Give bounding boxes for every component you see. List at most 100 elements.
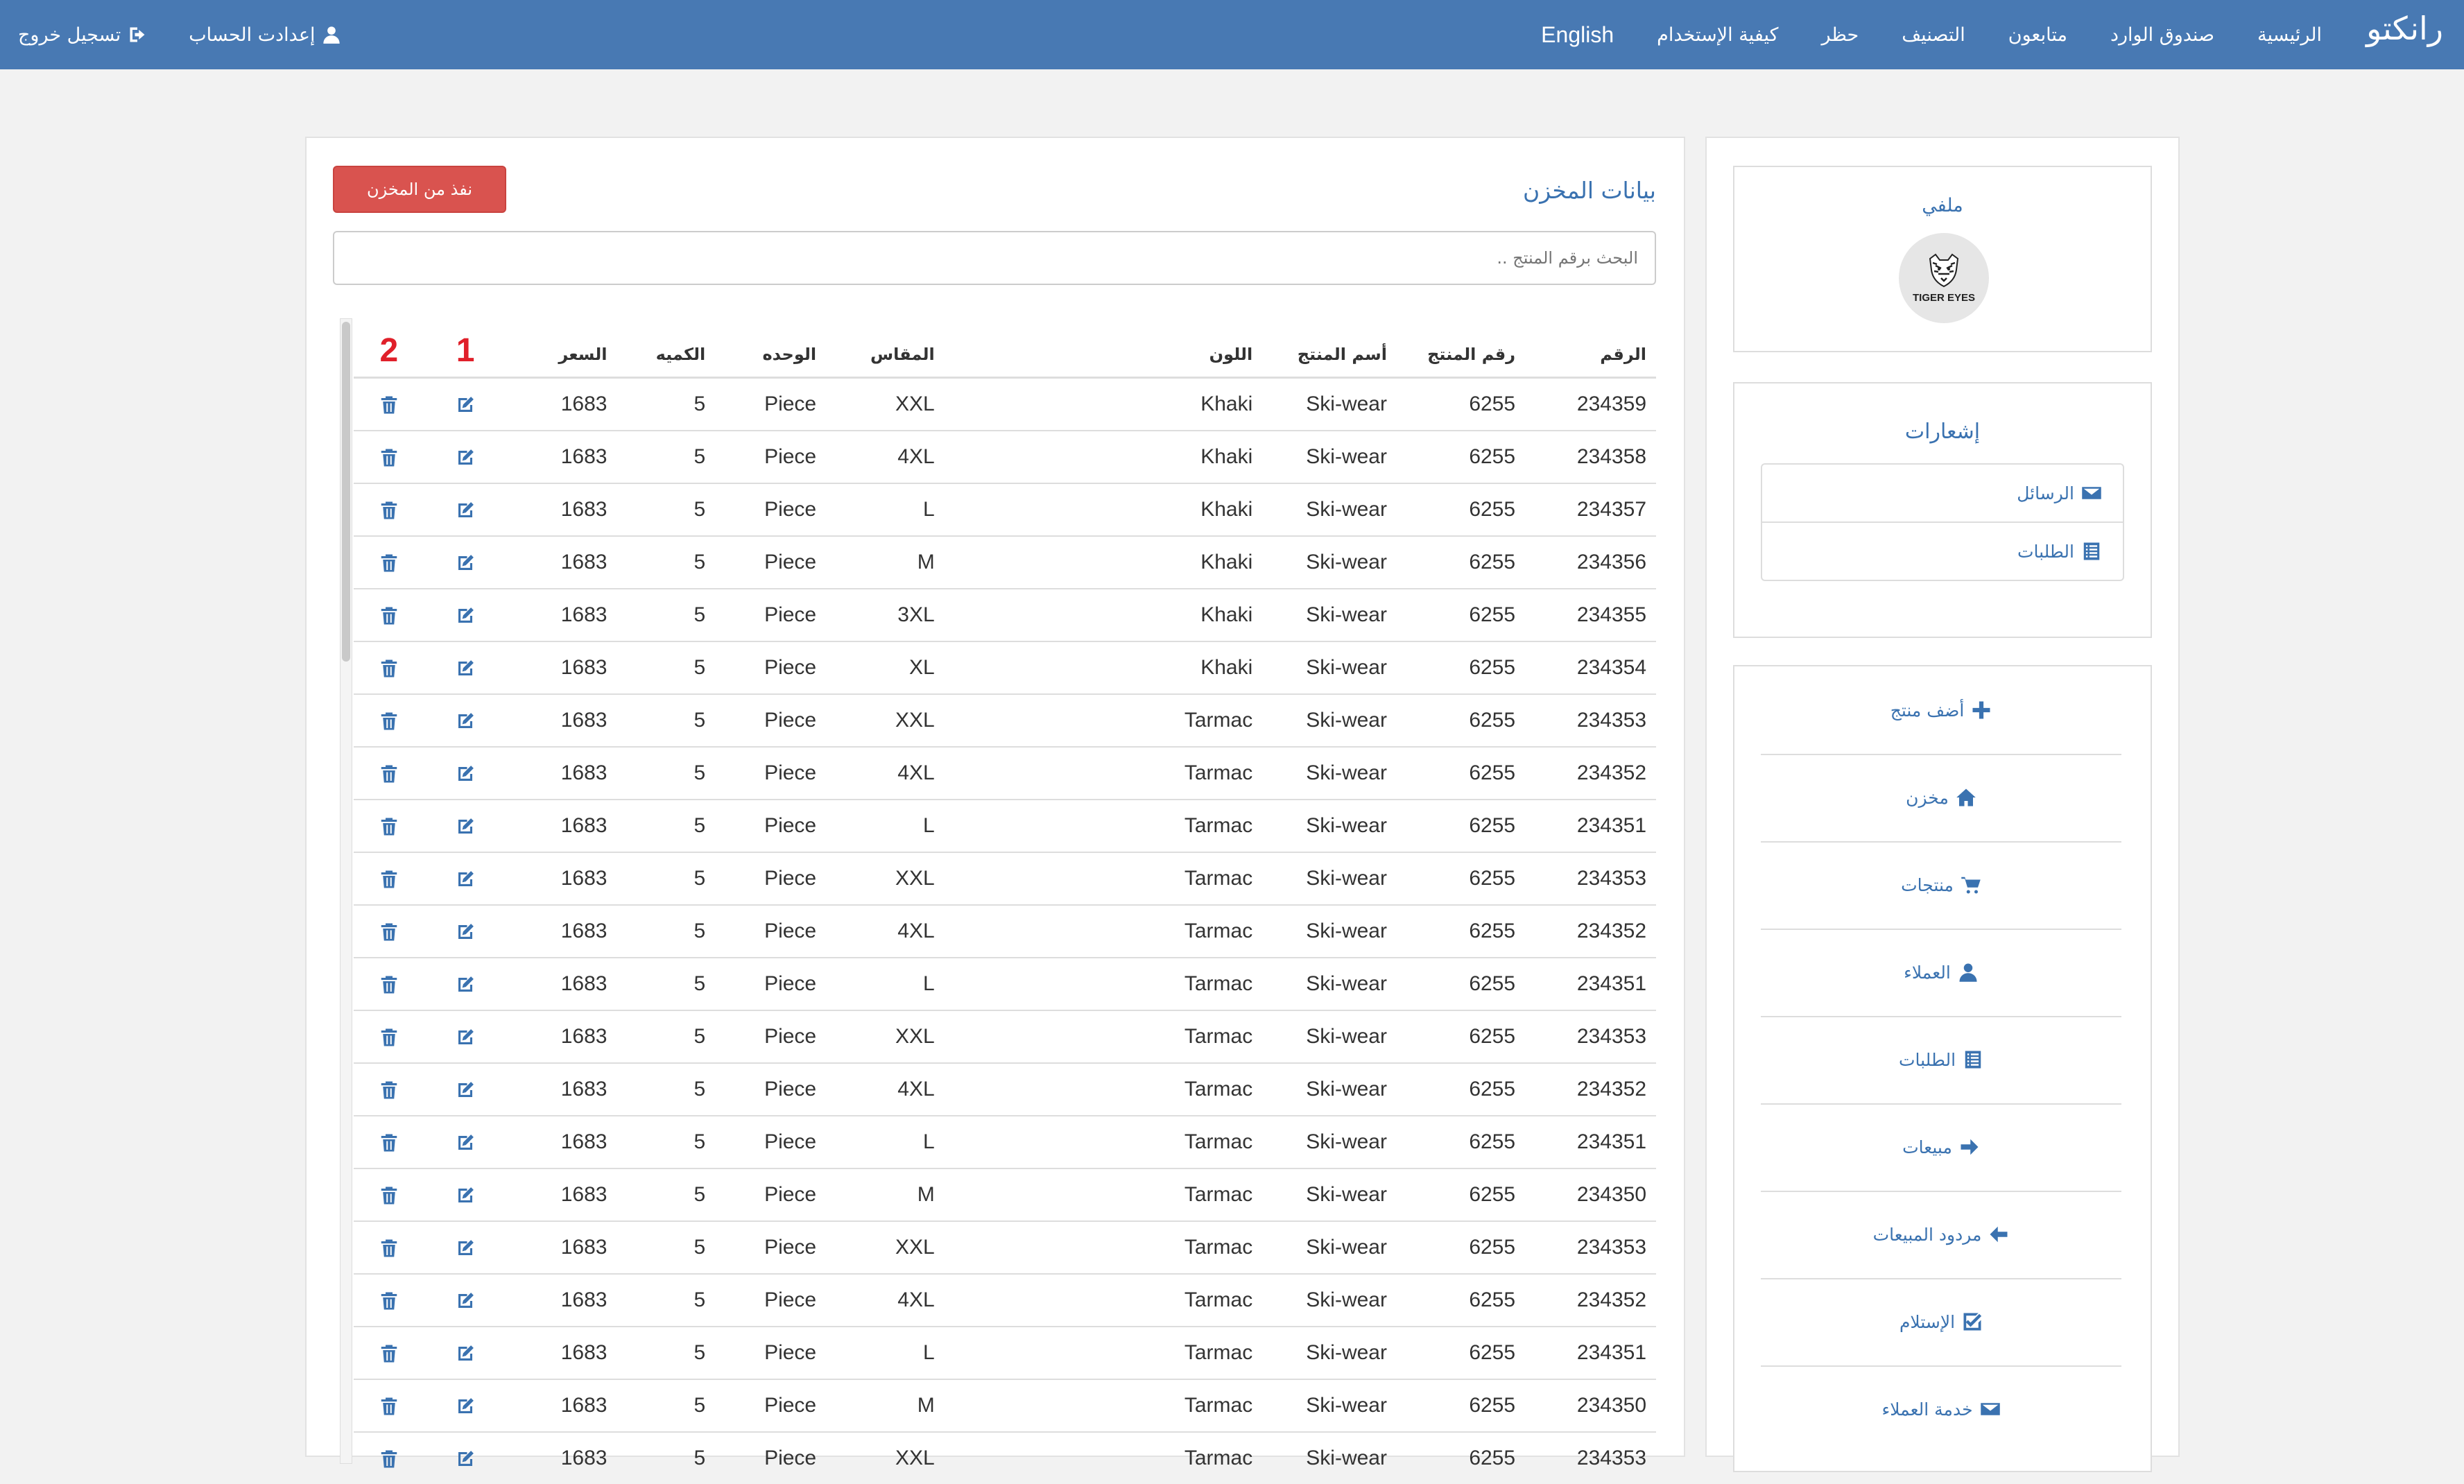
menu-customer-service[interactable]: خدمة العملاء bbox=[1761, 1365, 2121, 1453]
account-settings-link[interactable]: إعدادت الحساب bbox=[189, 24, 341, 46]
delete-button[interactable] bbox=[354, 1432, 424, 1484]
delete-button[interactable] bbox=[354, 1063, 424, 1116]
cell-color: Tarmac bbox=[945, 1010, 1263, 1063]
delete-button[interactable] bbox=[354, 431, 424, 483]
cell-id: 234350 bbox=[1525, 1379, 1656, 1432]
table-row: 2343536255Ski-wearTarmacXXLPiece51683 bbox=[354, 1010, 1656, 1063]
cell-size: XL bbox=[826, 641, 945, 694]
delete-button[interactable] bbox=[354, 747, 424, 800]
delete-button[interactable] bbox=[354, 852, 424, 905]
trash-icon bbox=[379, 816, 399, 837]
logout-link[interactable]: تسجيل خروج bbox=[18, 24, 147, 46]
menu-customers[interactable]: العملاء bbox=[1761, 929, 2121, 1017]
table-row: 2343506255Ski-wearTarmacMPiece51683 bbox=[354, 1168, 1656, 1221]
delete-button[interactable] bbox=[354, 1274, 424, 1327]
edit-button[interactable] bbox=[424, 958, 507, 1010]
cell-quantity: 5 bbox=[617, 1327, 715, 1379]
tiger-logo-icon bbox=[1923, 253, 1965, 289]
cell-id: 234353 bbox=[1525, 1010, 1656, 1063]
menu-sales-returns[interactable]: مردود المبيعات bbox=[1761, 1191, 2121, 1279]
edit-button[interactable] bbox=[424, 431, 507, 483]
delete-button[interactable] bbox=[354, 483, 424, 536]
edit-button[interactable] bbox=[424, 1432, 507, 1484]
edit-button[interactable] bbox=[424, 378, 507, 431]
edit-icon bbox=[455, 1343, 476, 1364]
table-scrollbar[interactable] bbox=[340, 318, 352, 1464]
cell-price: 1683 bbox=[507, 431, 617, 483]
delete-button[interactable] bbox=[354, 1327, 424, 1379]
edit-button[interactable] bbox=[424, 483, 507, 536]
cell-product-number: 6255 bbox=[1397, 483, 1525, 536]
cell-color: Tarmac bbox=[945, 1432, 1263, 1484]
delete-button[interactable] bbox=[354, 694, 424, 747]
notification-orders[interactable]: الطلبات bbox=[1762, 521, 2123, 580]
edit-button[interactable] bbox=[424, 1327, 507, 1379]
edit-button[interactable] bbox=[424, 1274, 507, 1327]
edit-button[interactable] bbox=[424, 800, 507, 852]
edit-button[interactable] bbox=[424, 641, 507, 694]
edit-button[interactable] bbox=[424, 747, 507, 800]
trash-icon bbox=[379, 553, 399, 573]
nav-block[interactable]: حظر bbox=[1821, 24, 1859, 46]
cell-price: 1683 bbox=[507, 958, 617, 1010]
nav-ranking[interactable]: التصنيف bbox=[1902, 24, 1965, 46]
nav-home[interactable]: الرئيسية bbox=[2257, 24, 2322, 46]
cell-product-name: Ski-wear bbox=[1262, 641, 1397, 694]
cell-price: 1683 bbox=[507, 641, 617, 694]
brand-logo[interactable]: رانكتو bbox=[2366, 10, 2443, 47]
inventory-panel: بيانات المخزن نفذ من المخزن الرقم رقم ال… bbox=[305, 137, 1685, 1457]
cell-quantity: 5 bbox=[617, 747, 715, 800]
edit-button[interactable] bbox=[424, 1379, 507, 1432]
delete-button[interactable] bbox=[354, 536, 424, 589]
delete-button[interactable] bbox=[354, 1379, 424, 1432]
edit-button[interactable] bbox=[424, 852, 507, 905]
edit-button[interactable] bbox=[424, 1168, 507, 1221]
scrollbar-thumb[interactable] bbox=[342, 322, 350, 662]
edit-button[interactable] bbox=[424, 905, 507, 958]
edit-button[interactable] bbox=[424, 1221, 507, 1274]
edit-button[interactable] bbox=[424, 1116, 507, 1168]
delete-button[interactable] bbox=[354, 641, 424, 694]
menu-products[interactable]: منتجات bbox=[1761, 841, 2121, 930]
delete-button[interactable] bbox=[354, 905, 424, 958]
language-switch[interactable]: English bbox=[1541, 22, 1614, 48]
nav-how-to-use[interactable]: كيفية الإستخدام bbox=[1657, 24, 1778, 46]
menu-receiving[interactable]: الإستلام bbox=[1761, 1278, 2121, 1367]
delete-button[interactable] bbox=[354, 589, 424, 641]
out-of-stock-button[interactable]: نفذ من المخزن bbox=[333, 166, 506, 213]
menu-orders[interactable]: الطلبات bbox=[1761, 1016, 2121, 1105]
cell-product-name: Ski-wear bbox=[1262, 1168, 1397, 1221]
cell-product-number: 6255 bbox=[1397, 1274, 1525, 1327]
delete-button[interactable] bbox=[354, 800, 424, 852]
table-row: 2343516255Ski-wearTarmacLPiece51683 bbox=[354, 1116, 1656, 1168]
nav-followers[interactable]: متابعون bbox=[2008, 24, 2067, 46]
delete-button[interactable] bbox=[354, 1221, 424, 1274]
menu-sales[interactable]: مبيعات bbox=[1761, 1103, 2121, 1192]
plus-icon bbox=[1971, 700, 1992, 721]
notification-messages[interactable]: الرسائل bbox=[1762, 465, 2123, 521]
delete-button[interactable] bbox=[354, 1116, 424, 1168]
cell-product-name: Ski-wear bbox=[1262, 1063, 1397, 1116]
edit-button[interactable] bbox=[424, 536, 507, 589]
menu-warehouse[interactable]: مخزن bbox=[1761, 754, 2121, 843]
table-row: 2343516255Ski-wearTarmacLPiece51683 bbox=[354, 800, 1656, 852]
search-input[interactable] bbox=[333, 231, 1656, 285]
avatar[interactable]: TIGER EYES bbox=[1899, 233, 1989, 323]
nav-inbox[interactable]: صندوق الوارد bbox=[2110, 24, 2214, 46]
delete-button[interactable] bbox=[354, 1168, 424, 1221]
cell-id: 234354 bbox=[1525, 641, 1656, 694]
col-price: السعر bbox=[507, 311, 617, 378]
edit-button[interactable] bbox=[424, 589, 507, 641]
edit-button[interactable] bbox=[424, 1010, 507, 1063]
delete-button[interactable] bbox=[354, 958, 424, 1010]
profile-link[interactable]: ملفي bbox=[1734, 195, 2151, 216]
cell-product-name: Ski-wear bbox=[1262, 431, 1397, 483]
notifications-title: إشعارات bbox=[1734, 420, 2151, 444]
edit-button[interactable] bbox=[424, 1063, 507, 1116]
cell-unit: Piece bbox=[715, 589, 826, 641]
delete-button[interactable] bbox=[354, 1010, 424, 1063]
edit-button[interactable] bbox=[424, 694, 507, 747]
menu-add-product[interactable]: أضف منتج bbox=[1761, 666, 2121, 755]
delete-button[interactable] bbox=[354, 378, 424, 431]
cell-unit: Piece bbox=[715, 800, 826, 852]
